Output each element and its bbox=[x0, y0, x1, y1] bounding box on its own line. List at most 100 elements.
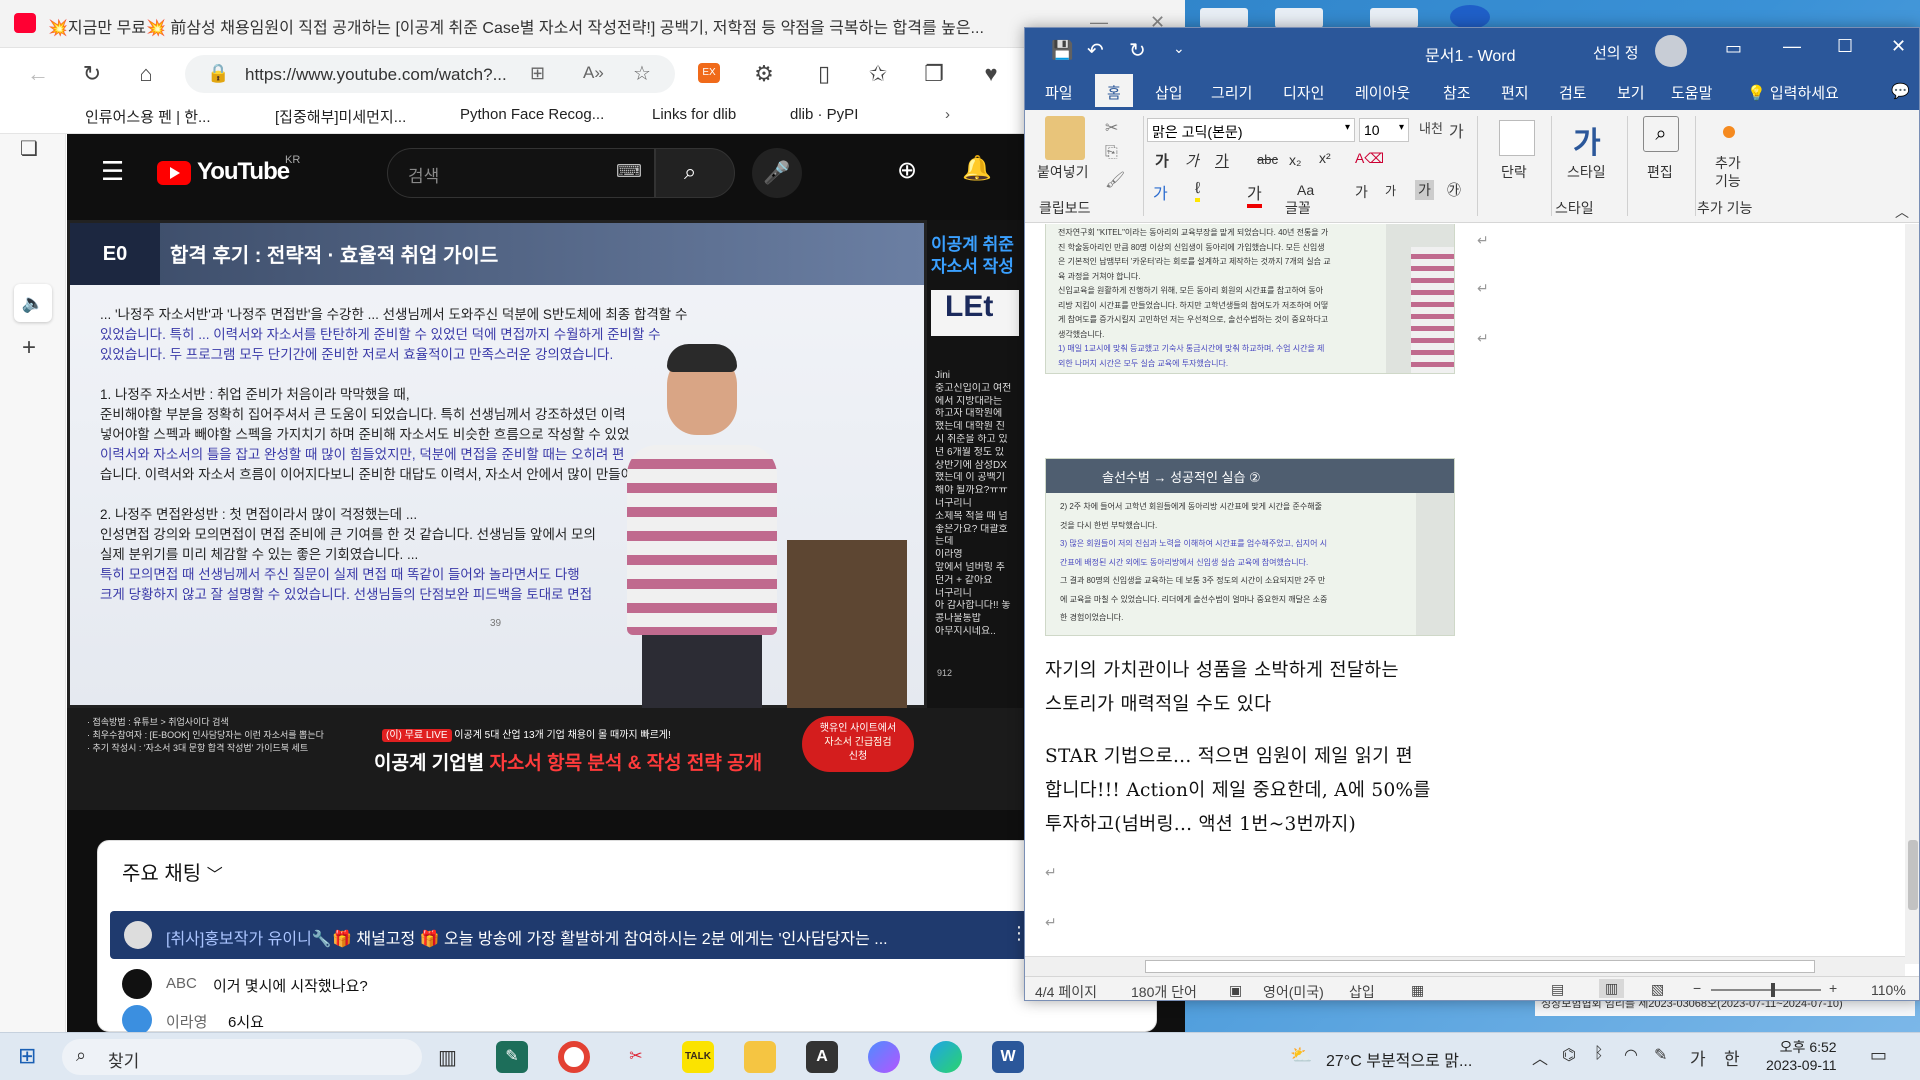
page-count[interactable]: 4/4 페이지 bbox=[1035, 982, 1097, 1000]
horizontal-scrollbar[interactable] bbox=[1025, 956, 1905, 976]
copilot-icon[interactable] bbox=[868, 1041, 900, 1073]
app-icon[interactable]: ✎ bbox=[496, 1041, 528, 1073]
collections-icon[interactable]: ❐ bbox=[918, 58, 950, 90]
tab-actions-icon[interactable]: ❏ bbox=[20, 136, 38, 161]
zoom-slider-thumb[interactable] bbox=[1771, 983, 1775, 997]
kakaotalk-icon[interactable]: TALK bbox=[682, 1041, 714, 1073]
ribbon-display-icon[interactable]: ▭ bbox=[1725, 38, 1742, 59]
italic-icon[interactable]: 가 bbox=[1185, 150, 1199, 171]
cta-button[interactable]: 햇유인 사이트에서 자소서 긴급점검 신청 bbox=[802, 716, 914, 772]
desktop-icon[interactable] bbox=[1370, 8, 1418, 28]
wifi-icon[interactable]: ◠ bbox=[1624, 1045, 1638, 1065]
favorite-item[interactable]: Python Face Recog... bbox=[460, 106, 604, 123]
avatar[interactable] bbox=[1655, 35, 1687, 67]
desktop-app-icon[interactable] bbox=[1450, 5, 1490, 29]
superscript-icon[interactable]: x² bbox=[1319, 150, 1331, 166]
create-video-icon[interactable]: ⊕ bbox=[897, 156, 917, 185]
clear-format-icon[interactable]: A⌫ bbox=[1355, 150, 1384, 167]
format-painter-icon[interactable]: 🖌 bbox=[1105, 170, 1125, 190]
chat-title[interactable]: 주요 채팅 ﹀ bbox=[122, 857, 223, 886]
favorites-icon[interactable]: ✩ bbox=[862, 58, 894, 90]
add-tab-icon[interactable]: + bbox=[22, 334, 36, 362]
scroll-thumb[interactable] bbox=[1908, 840, 1918, 910]
font-size-select[interactable]: 10 ▾ bbox=[1359, 118, 1409, 142]
tell-me-search[interactable]: 💡 입력하세요 bbox=[1747, 82, 1839, 103]
zoom-level[interactable]: 110% bbox=[1871, 982, 1906, 998]
favorite-item[interactable]: 인류어스용 펜 | 한... bbox=[85, 106, 211, 127]
char-border-icon[interactable]: 가 bbox=[1449, 118, 1464, 142]
addins-button[interactable]: 추가 기능 bbox=[1715, 154, 1741, 190]
pinned-message[interactable]: [취사]홍보작가 유이니🔧 🎁 채널고정 🎁 오늘 방송에 가장 활발하게 참여… bbox=[110, 911, 1030, 959]
language[interactable]: 영어(미국) bbox=[1263, 982, 1324, 1000]
undo-icon[interactable]: ↶ bbox=[1087, 38, 1104, 63]
search-button[interactable]: ⌕ bbox=[655, 148, 735, 198]
redo-icon[interactable]: ↻ bbox=[1129, 38, 1146, 63]
tab-view[interactable]: 보기 bbox=[1617, 82, 1645, 103]
favorite-item[interactable]: Links for dlib bbox=[652, 106, 736, 123]
snipping-icon[interactable]: ✂ bbox=[620, 1041, 652, 1073]
paste-icon[interactable] bbox=[1045, 116, 1085, 160]
extension-ex-icon[interactable]: EX bbox=[698, 63, 720, 83]
change-case-icon[interactable]: Aa bbox=[1297, 182, 1314, 198]
tab-design[interactable]: 디자인 bbox=[1283, 82, 1324, 103]
strikethrough-icon[interactable]: abc bbox=[1257, 152, 1278, 167]
audio-icon[interactable]: 🔈 bbox=[14, 284, 52, 322]
read-aloud-icon[interactable]: A» bbox=[583, 63, 604, 83]
split-screen-icon[interactable]: ▯ bbox=[808, 58, 840, 90]
zoom-out-icon[interactable]: − bbox=[1693, 980, 1701, 996]
pen-icon[interactable]: ✎ bbox=[1654, 1045, 1667, 1065]
tab-home[interactable]: 홈 bbox=[1095, 74, 1133, 110]
windows-start-icon[interactable]: ⊞ bbox=[18, 1043, 36, 1069]
tab-references[interactable]: 참조 bbox=[1443, 82, 1471, 103]
collapse-ribbon-icon[interactable]: ︿ bbox=[1895, 202, 1909, 222]
shrink-font-icon[interactable]: 가 bbox=[1385, 182, 1396, 199]
copy-icon[interactable]: ⎘ bbox=[1105, 144, 1118, 162]
proofing-icon[interactable]: ▣ bbox=[1229, 982, 1242, 999]
phonetic-guide-icon[interactable]: 내천 bbox=[1419, 118, 1443, 137]
subscript-icon[interactable]: x₂ bbox=[1289, 152, 1301, 168]
tab-layout[interactable]: 레이아웃 bbox=[1355, 82, 1410, 103]
vertical-scrollbar[interactable] bbox=[1905, 224, 1919, 964]
favorite-star-icon[interactable]: ☆ bbox=[633, 61, 651, 86]
ime-lang[interactable]: 한 bbox=[1724, 1045, 1740, 1070]
tab-title[interactable]: 💥지금만 무료💥 前삼성 채용임원이 직접 공개하는 [이공계 취준 Case별… bbox=[48, 14, 988, 38]
tab-help[interactable]: 도움말 bbox=[1671, 82, 1712, 103]
favorites-overflow-icon[interactable]: › bbox=[945, 106, 950, 123]
zoom-in-icon[interactable]: + bbox=[1829, 980, 1837, 996]
text-effects-icon[interactable]: 가 bbox=[1153, 180, 1168, 204]
video-player[interactable]: E0 합격 후기 : 전략적 · 효율적 취업 가이드 ... '나정주 자소서… bbox=[67, 220, 1023, 810]
keyboard-icon[interactable]: ⌨ bbox=[616, 161, 642, 182]
clock[interactable]: 오후 6:52 2023-09-11 bbox=[1766, 1038, 1837, 1074]
desktop-icon[interactable] bbox=[1275, 8, 1323, 28]
favorite-item[interactable]: [집중해부]미세먼지... bbox=[275, 106, 406, 127]
read-mode-icon[interactable]: ▤ bbox=[1551, 981, 1564, 998]
cut-icon[interactable]: ✂ bbox=[1105, 118, 1118, 138]
enclosed-char-icon[interactable]: ㉮ bbox=[1447, 180, 1461, 200]
highlight-icon[interactable]: ℓ bbox=[1195, 180, 1201, 202]
embedded-slide-image[interactable]: 솔선수범 → 성공적인 실습 ② 2) 2주 차에 들어서 고학년 회원들에게 … bbox=[1045, 458, 1455, 636]
web-layout-icon[interactable]: ▧ bbox=[1651, 981, 1664, 998]
embedded-slide-image[interactable]: 전자연구회 "KITEL"이라는 동아리의 교육부장을 맡게 되었습니다. 40… bbox=[1045, 224, 1455, 374]
refresh-icon[interactable]: ↻ bbox=[76, 58, 108, 90]
notifications-icon[interactable]: ▭ bbox=[1870, 1045, 1887, 1066]
edge-icon[interactable] bbox=[930, 1041, 962, 1073]
youtube-logo-icon[interactable] bbox=[157, 161, 191, 185]
chrome-icon[interactable] bbox=[558, 1041, 590, 1073]
save-icon[interactable]: 💾 bbox=[1051, 40, 1073, 61]
font-color-icon[interactable]: 가 bbox=[1247, 180, 1262, 208]
font-name-select[interactable]: 맑은 고딕(본문) ▾ bbox=[1147, 118, 1355, 142]
underline-icon[interactable]: 가 bbox=[1215, 150, 1229, 171]
search-input[interactable]: 검색 ⌨ bbox=[387, 148, 655, 198]
print-layout-icon[interactable]: ▥ bbox=[1599, 979, 1625, 998]
home-icon[interactable]: ⌂ bbox=[130, 58, 162, 90]
addins-icon[interactable] bbox=[1723, 126, 1735, 138]
insert-mode[interactable]: 삽입 bbox=[1349, 982, 1375, 1000]
scroll-thumb[interactable] bbox=[1145, 960, 1815, 973]
maximize-icon[interactable]: ☐ bbox=[1837, 36, 1853, 57]
file-explorer-icon[interactable] bbox=[744, 1041, 776, 1073]
grow-font-icon[interactable]: 가 bbox=[1355, 182, 1368, 202]
bluetooth-icon[interactable]: ᛒ bbox=[1594, 1045, 1604, 1063]
app-available-icon[interactable]: ⊞ bbox=[530, 63, 545, 84]
voice-search-icon[interactable]: 🎤 bbox=[752, 148, 802, 198]
taskbar-search[interactable]: ⌕ 찾기 bbox=[62, 1039, 422, 1075]
